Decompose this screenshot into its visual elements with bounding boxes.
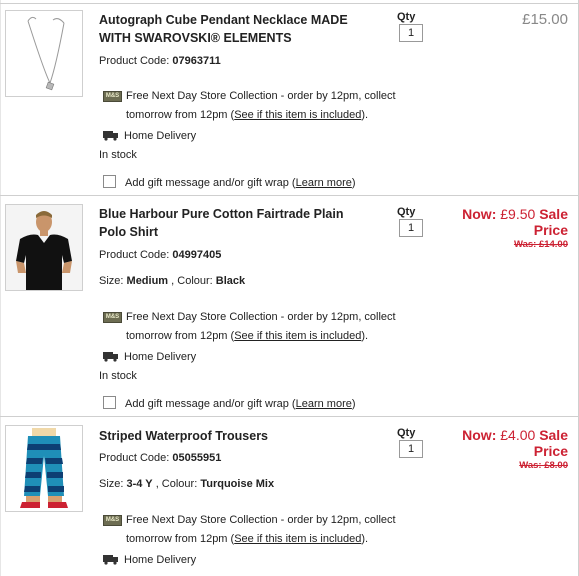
row-divider (0, 195, 578, 196)
store-collection-icon: M&S (103, 312, 122, 323)
truck-icon (103, 131, 118, 141)
product-image-trousers[interactable] (5, 425, 83, 512)
see-if-included-link[interactable]: See if this item is included (234, 109, 361, 121)
sale-price: Now: £4.00 Sale Price (462, 427, 568, 459)
home-delivery-label: Home Delivery (124, 130, 197, 142)
store-collection-icon: M&S (103, 515, 122, 526)
sale-price: Now: £9.50 Sale Price (462, 206, 568, 238)
row-divider (0, 416, 578, 417)
item-price: £15.00 (522, 11, 568, 28)
product-name[interactable]: Blue Harbour Pure Cotton Fairtrade Plain… (99, 205, 374, 241)
learn-more-link[interactable]: Learn more (296, 177, 352, 189)
store-collection-info: Free Next Day Store Collection - order b… (126, 90, 396, 121)
product-image-necklace[interactable] (5, 10, 83, 97)
row-divider (0, 3, 578, 4)
home-delivery-label: Home Delivery (124, 554, 197, 566)
qty-input[interactable]: 1 (399, 440, 423, 458)
store-collection-info: Free Next Day Store Collection - order b… (126, 514, 396, 545)
qty-label: Qty (397, 11, 416, 23)
product-image-polo-shirt[interactable] (5, 204, 83, 291)
was-price: Was: £8.00 (519, 460, 568, 471)
truck-icon (103, 555, 118, 565)
size-colour: Size: Medium , Colour: Black (99, 275, 246, 287)
stock-status: In stock (99, 149, 137, 161)
see-if-included-link[interactable]: See if this item is included (234, 533, 361, 545)
size-colour: Size: 3-4 Y , Colour: Turquoise Mix (99, 478, 275, 490)
store-collection-info: Free Next Day Store Collection - order b… (126, 311, 396, 342)
product-name[interactable]: Striped Waterproof Trousers (99, 427, 374, 445)
product-code: Product Code: 07963711 (99, 55, 221, 67)
qty-input[interactable]: 1 (399, 219, 423, 237)
was-price: Was: £14.00 (513, 239, 568, 250)
product-code: Product Code: 05055951 (99, 452, 222, 464)
gift-checkbox[interactable] (103, 175, 116, 188)
qty-input[interactable]: 1 (399, 24, 423, 42)
see-if-included-link[interactable]: See if this item is included (234, 330, 361, 342)
qty-label: Qty (397, 206, 416, 218)
home-delivery-label: Home Delivery (124, 351, 197, 363)
store-collection-icon: M&S (103, 91, 122, 102)
learn-more-link[interactable]: Learn more (296, 398, 352, 410)
stock-status: In stock (99, 370, 137, 382)
product-code: Product Code: 04997405 (99, 249, 222, 261)
gift-checkbox[interactable] (103, 396, 116, 409)
qty-label: Qty (397, 427, 416, 439)
product-name[interactable]: Autograph Cube Pendant Necklace MADE WIT… (99, 11, 374, 47)
truck-icon (103, 352, 118, 362)
